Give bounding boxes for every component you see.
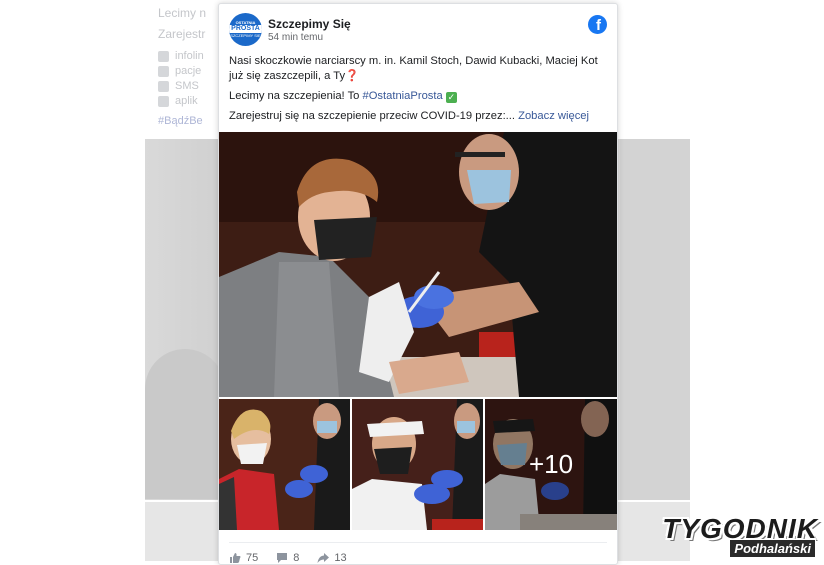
post-header: OSTATNIA PROSTA SZCZEPIMY SIĘ Szczepimy …: [229, 13, 607, 49]
background-list-item: aplik: [158, 95, 198, 107]
post-timestamp[interactable]: 54 min temu: [268, 32, 323, 43]
share-icon: [317, 553, 330, 563]
watermark-subtitle: Podhalański: [729, 539, 816, 558]
thumbs-up-icon: [230, 553, 241, 563]
comment-icon: [277, 553, 288, 563]
post-thumbnail[interactable]: [219, 399, 350, 530]
reactions-bar: 75 8 13: [229, 542, 607, 564]
tygodnik-podhalanski-watermark: TYGODNIK Podhalański: [638, 513, 818, 558]
check-mark-icon: ✓: [445, 92, 457, 103]
post-main-photo[interactable]: [219, 132, 617, 397]
background-list-item: SMS: [158, 80, 199, 92]
more-photos-count[interactable]: +10: [485, 399, 617, 530]
background-text-line: Lecimy n: [158, 6, 207, 20]
facebook-logo-icon[interactable]: f: [588, 15, 607, 34]
background-text-line: Zarejestr: [158, 27, 206, 41]
facebook-post-card: OSTATNIA PROSTA SZCZEPIMY SIĘ Szczepimy …: [218, 3, 618, 565]
question-mark-icon: ❓: [345, 70, 360, 82]
post-paragraph: Nasi skoczkowie narciarscy m. in. Kamil …: [229, 55, 598, 82]
post-thumbnail[interactable]: [352, 399, 483, 530]
likes-count[interactable]: 75: [229, 552, 258, 564]
page-avatar[interactable]: OSTATNIA PROSTA SZCZEPIMY SIĘ: [229, 13, 262, 46]
post-paragraph: Lecimy na szczepienia! To #OstatniaProst…: [229, 90, 457, 103]
page-name-link[interactable]: Szczepimy Się: [268, 17, 351, 31]
post-thumbnail-more[interactable]: +10: [485, 399, 617, 530]
see-more-link[interactable]: Zobacz więcej: [518, 110, 589, 122]
background-list-item: pacje: [158, 65, 201, 77]
background-list-item: infolin: [158, 50, 204, 62]
shares-count[interactable]: 13: [317, 552, 347, 564]
hashtag-link[interactable]: #OstatniaProsta: [363, 90, 443, 102]
post-paragraph: Zarejestruj się na szczepienie przeciw C…: [229, 110, 590, 122]
post-body: Nasi skoczkowie narciarscy m. in. Kamil …: [229, 54, 609, 129]
background-hashtag: #BądźBe: [158, 115, 203, 127]
comments-count[interactable]: 8: [276, 552, 299, 564]
